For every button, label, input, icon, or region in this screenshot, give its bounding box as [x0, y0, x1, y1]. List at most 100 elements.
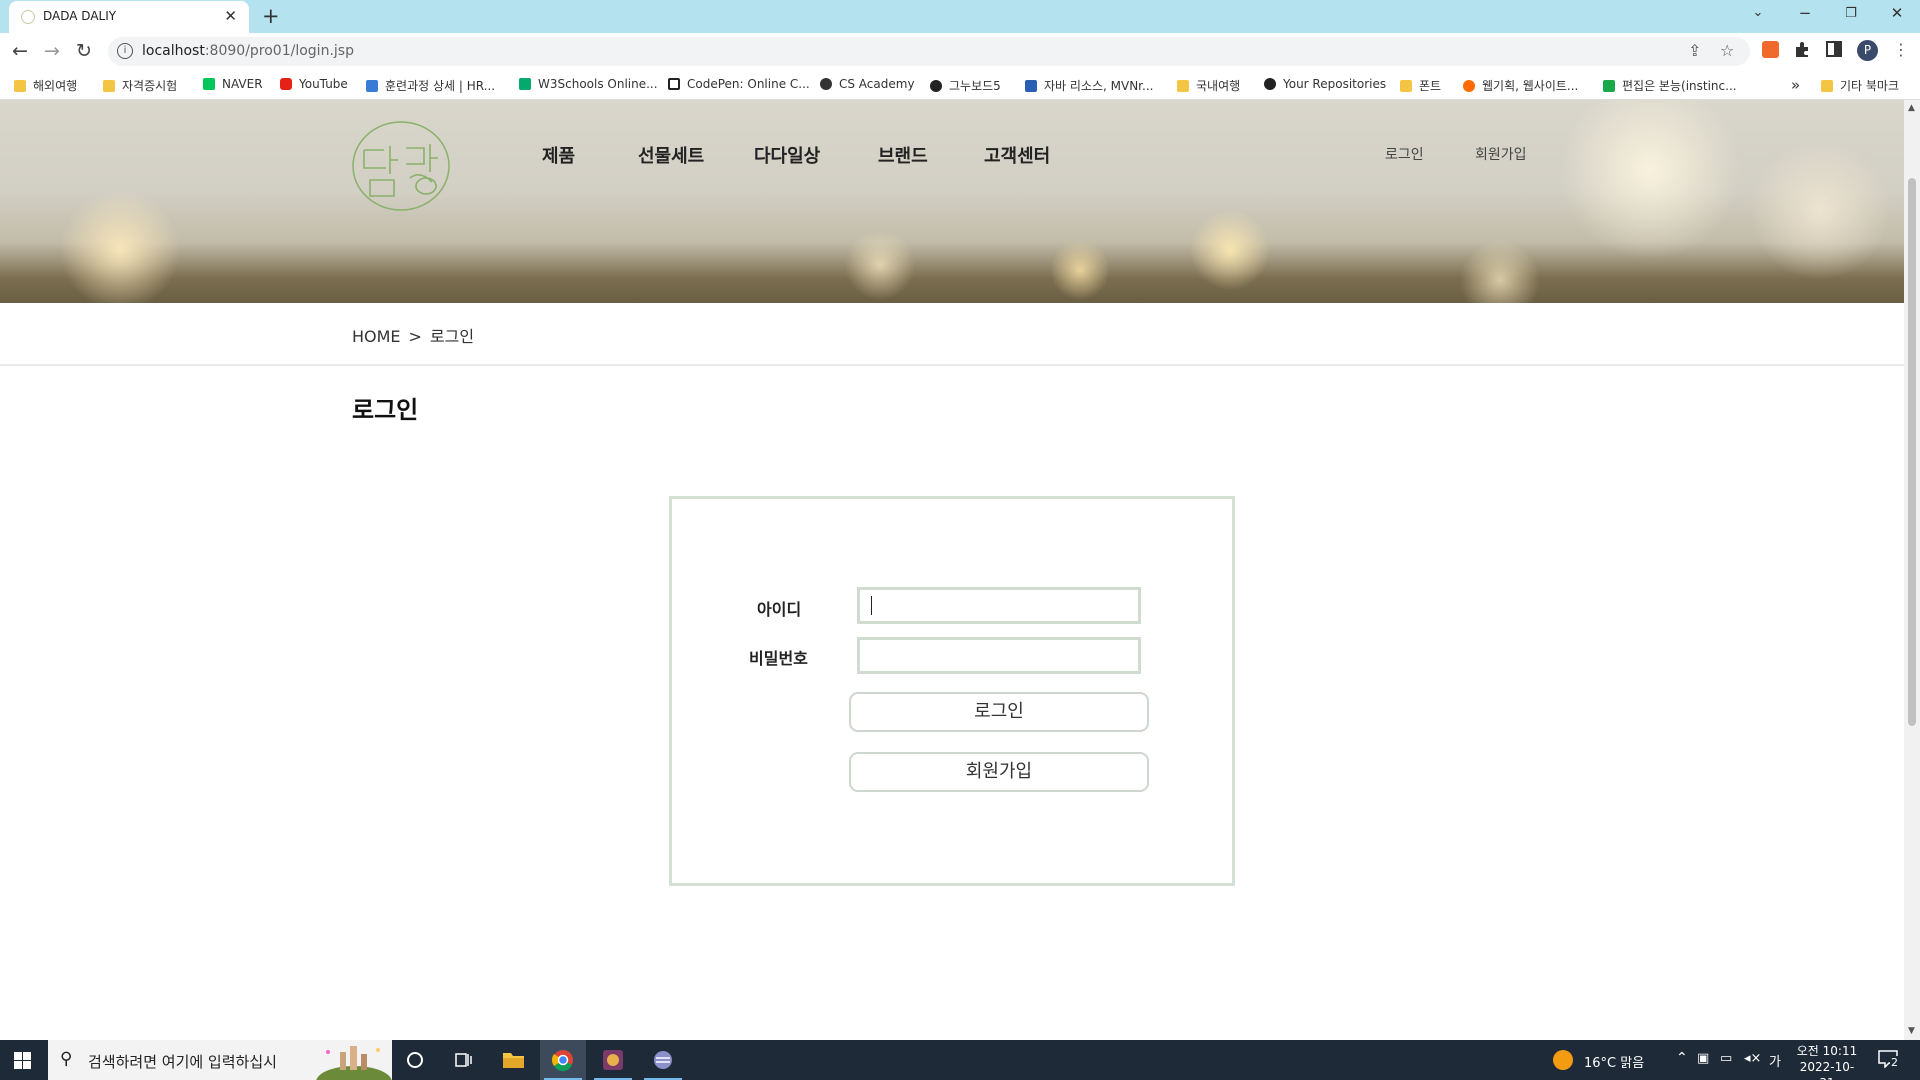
w3schools-icon: [519, 78, 531, 90]
address-bar[interactable]: i localhost:8090/pro01/login.jsp ⇪ ☆: [108, 37, 1750, 66]
side-panel-icon[interactable]: [1826, 41, 1842, 57]
github-icon: [1264, 78, 1276, 90]
eclipse-taskbar-icon[interactable]: [640, 1040, 686, 1080]
notification-count: 2: [1890, 1056, 1899, 1069]
volume-muted-icon[interactable]: ◂×: [1744, 1051, 1761, 1066]
folder-icon: [14, 80, 26, 92]
file-explorer-icon[interactable]: [490, 1040, 536, 1080]
site-icon: [1463, 80, 1475, 92]
header-banner: 제품 선물세트 다다일상 브랜드 고객센터 로그인 회원가입: [0, 100, 1904, 303]
naver-icon: [203, 78, 215, 90]
bookmark-item[interactable]: W3Schools Online...: [519, 77, 658, 91]
divider: [0, 364, 1904, 366]
site-icon: [1603, 80, 1615, 92]
task-view-icon[interactable]: [440, 1040, 486, 1080]
taskbar-search-box[interactable]: ⚲ 검색하려면 여기에 입력하십시: [48, 1040, 392, 1080]
header-login-link[interactable]: 로그인: [1385, 144, 1424, 164]
breadcrumb: HOME > 로그인: [352, 323, 474, 347]
clock[interactable]: 오전 10:11 2022-10-31: [1794, 1043, 1860, 1080]
menu-icon[interactable]: ⋮: [1893, 40, 1909, 59]
login-form: 아이디 비밀번호 로그인 회원가입: [669, 496, 1235, 886]
clock-time: 오전 10:11: [1796, 1044, 1858, 1058]
notification-center-icon[interactable]: 2: [1878, 1050, 1899, 1069]
network-icon[interactable]: ▭: [1720, 1051, 1732, 1066]
restore-icon[interactable]: ❐: [1836, 6, 1866, 21]
new-tab-icon[interactable]: +: [262, 4, 280, 28]
scroll-up-icon[interactable]: ▲: [1908, 103, 1915, 113]
breadcrumb-separator: >: [408, 327, 422, 346]
chrome-taskbar-icon[interactable]: [540, 1040, 586, 1080]
youtube-icon: [280, 78, 292, 90]
site-favicon-icon: [21, 10, 35, 24]
folder-icon: [103, 80, 115, 92]
bookmark-item[interactable]: YouTube: [280, 77, 348, 91]
forward-icon[interactable]: →: [44, 40, 60, 62]
scrollbar-thumb[interactable]: [1908, 178, 1916, 726]
text-caret: [871, 596, 872, 615]
bookmark-item[interactable]: 자바 리소스, MVNr...: [1025, 77, 1153, 94]
bookmark-item[interactable]: 해외여행: [14, 77, 77, 94]
breadcrumb-home[interactable]: HOME: [352, 327, 401, 346]
browser-tab[interactable]: DADA DALIY ✕: [9, 1, 249, 33]
bookmark-item[interactable]: 기타 북마크: [1821, 77, 1899, 94]
puzzle-icon[interactable]: [1794, 41, 1811, 58]
back-icon[interactable]: ←: [12, 40, 28, 62]
bookmark-item[interactable]: 국내여행: [1177, 77, 1240, 94]
nav-item-brand[interactable]: 브랜드: [878, 142, 928, 168]
mvn-icon: [1025, 80, 1037, 92]
show-hidden-icons-icon[interactable]: ⌃: [1676, 1050, 1688, 1066]
dada-logo[interactable]: [350, 120, 452, 212]
bookmark-item[interactable]: 폰트: [1400, 77, 1441, 94]
nav-item-dada-daily[interactable]: 다다일상: [754, 142, 820, 168]
close-window-icon[interactable]: ✕: [1882, 4, 1912, 22]
page-title: 로그인: [352, 396, 419, 424]
web-page: 제품 선물세트 다다일상 브랜드 고객센터 로그인 회원가입 HOME > 로그인 …: [0, 100, 1904, 1040]
windows-start-icon[interactable]: [14, 1052, 31, 1069]
page-scrollbar[interactable]: ▲ ▼: [1904, 100, 1920, 1040]
bookmark-item[interactable]: 그누보드5: [930, 77, 1001, 94]
close-tab-icon[interactable]: ✕: [224, 7, 237, 25]
hrd-icon: [366, 80, 378, 92]
search-icon: ⚲: [60, 1049, 73, 1069]
bookmark-item[interactable]: CodePen: Online C...: [668, 77, 810, 91]
bookmark-item[interactable]: CS Academy: [820, 77, 915, 91]
folder-icon: [1177, 80, 1189, 92]
reload-icon[interactable]: ↻: [76, 40, 92, 62]
windows-taskbar: ⚲ 검색하려면 여기에 입력하십시 16°C 맑음 ⌃ ▣ ▭ ◂× 가 오전 …: [0, 1040, 1920, 1080]
password-label: 비밀번호: [749, 649, 808, 668]
url-text: localhost:8090/pro01/login.jsp: [142, 43, 354, 59]
id-input[interactable]: [857, 587, 1141, 624]
share-icon[interactable]: ⇪: [1688, 41, 1701, 60]
bookmark-item[interactable]: 편집은 본능(instinc...: [1603, 77, 1737, 94]
extension-icon[interactable]: [1762, 41, 1779, 58]
gnuboard-icon: [930, 80, 942, 92]
tab-title: DADA DALIY: [43, 9, 117, 23]
app-taskbar-icon[interactable]: [590, 1040, 636, 1080]
nav-item-customer-center[interactable]: 고객센터: [984, 142, 1050, 168]
nav-item-products[interactable]: 제품: [542, 142, 575, 168]
minimize-icon[interactable]: −: [1790, 4, 1820, 22]
nav-item-gift-sets[interactable]: 선물세트: [638, 142, 704, 168]
login-button[interactable]: 로그인: [849, 692, 1149, 732]
bookmarks-overflow-icon[interactable]: »: [1791, 76, 1800, 94]
password-input[interactable]: [857, 637, 1141, 674]
scroll-down-icon[interactable]: ▼: [1908, 1026, 1915, 1036]
folder-icon: [1400, 80, 1412, 92]
bookmark-item[interactable]: 웹기획, 웹사이트...: [1463, 77, 1578, 94]
bookmark-item[interactable]: 자격증시험: [103, 77, 177, 94]
cortana-icon[interactable]: [392, 1040, 438, 1080]
profile-avatar[interactable]: P: [1857, 40, 1878, 61]
bookmark-item[interactable]: 훈련과정 상세 | HR...: [366, 77, 495, 94]
site-info-icon[interactable]: i: [117, 43, 133, 59]
bookmark-item[interactable]: NAVER: [203, 77, 263, 91]
weather-text[interactable]: 16°C 맑음: [1584, 1052, 1644, 1071]
bookmark-star-icon[interactable]: ☆: [1720, 41, 1734, 60]
signup-button[interactable]: 회원가입: [849, 752, 1149, 792]
codepen-icon: [668, 78, 680, 90]
header-signup-link[interactable]: 회원가입: [1475, 144, 1527, 164]
bookmark-item[interactable]: Your Repositories: [1264, 77, 1386, 91]
tab-search-icon[interactable]: ⌄: [1743, 5, 1773, 20]
ime-indicator[interactable]: 가: [1769, 1051, 1781, 1070]
weather-icon[interactable]: [1553, 1050, 1573, 1070]
meet-now-icon[interactable]: ▣: [1697, 1051, 1709, 1066]
